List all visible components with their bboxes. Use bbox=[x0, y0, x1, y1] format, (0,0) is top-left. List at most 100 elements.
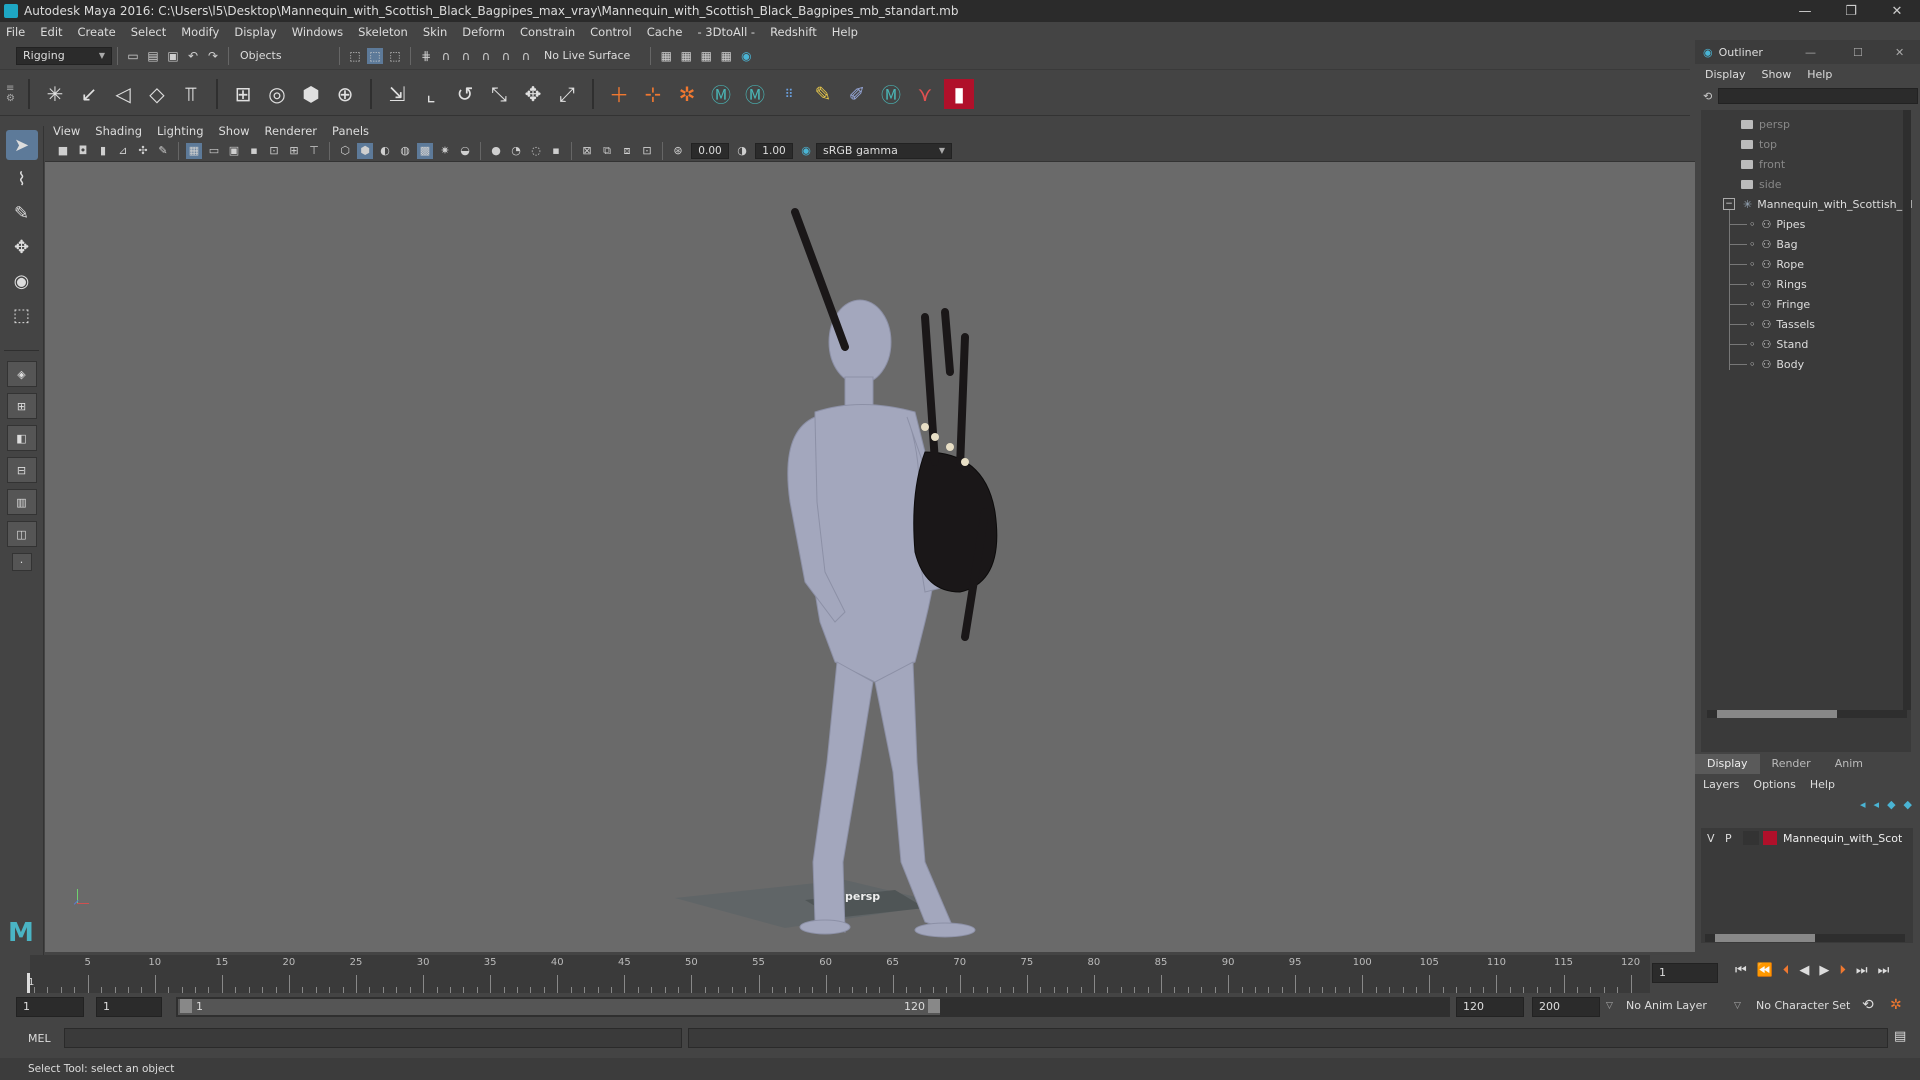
menu-deform[interactable]: Deform bbox=[462, 25, 505, 39]
outliner-item-child[interactable]: ◦ ⚇ Pipes bbox=[1729, 214, 1805, 234]
command-input[interactable] bbox=[64, 1028, 682, 1048]
layer-menu-help[interactable]: Help bbox=[1810, 778, 1835, 791]
collapse-icon[interactable]: − bbox=[1723, 198, 1735, 210]
snap-view-icon[interactable]: ∩ bbox=[478, 48, 494, 64]
rig-tool-icon[interactable]: ✲ bbox=[672, 79, 702, 109]
layer-playback-toggle[interactable]: P bbox=[1725, 832, 1743, 845]
script-editor-icon[interactable]: ▤ bbox=[1894, 1029, 1906, 1044]
menu-3dtoall[interactable]: - 3DtoAll - bbox=[697, 25, 755, 39]
menu-create[interactable]: Create bbox=[78, 25, 116, 39]
play-backward-icon[interactable]: ◀ bbox=[1799, 963, 1809, 978]
undo-icon[interactable]: ↶ bbox=[185, 48, 201, 64]
maya-logo-shelf-icon-2[interactable]: Ⓜ bbox=[740, 79, 770, 109]
minimize-button[interactable]: — bbox=[1782, 0, 1828, 22]
lasso-tool-icon[interactable]: ⌇ bbox=[6, 164, 38, 194]
current-frame-field[interactable]: 1 bbox=[1652, 963, 1718, 983]
menu-modify[interactable]: Modify bbox=[181, 25, 219, 39]
menu-constrain[interactable]: Constrain bbox=[520, 25, 575, 39]
menu-control[interactable]: Control bbox=[590, 25, 632, 39]
color-management-icon[interactable]: ◉ bbox=[798, 143, 814, 159]
menu-set-dropdown[interactable]: Rigging ▼ bbox=[16, 46, 112, 65]
constraint-pole-icon[interactable]: ⤢ bbox=[552, 79, 582, 109]
maximize-button[interactable]: ❐ bbox=[1828, 0, 1874, 22]
layer-menu-options[interactable]: Options bbox=[1753, 778, 1795, 791]
outliner-item-child[interactable]: ◦ ⚇ Bag bbox=[1729, 234, 1798, 254]
safe-title-icon[interactable]: ⊤ bbox=[306, 143, 322, 159]
gamma-field[interactable]: 1.00 bbox=[755, 142, 793, 159]
exposure-icon[interactable]: ⊛ bbox=[670, 143, 686, 159]
step-forward-key-icon[interactable]: ⏭ bbox=[1856, 963, 1868, 978]
animation-end-field[interactable]: 200 bbox=[1532, 997, 1600, 1017]
screen-space-ao-icon[interactable]: ● bbox=[488, 143, 504, 159]
grid-script-icon[interactable]: ⠿ bbox=[774, 79, 804, 109]
outliner-item-root-group[interactable]: − ✳ Mannequin_with_Scottish_Bl bbox=[1723, 194, 1913, 214]
ik-handle-icon[interactable]: ↙ bbox=[74, 79, 104, 109]
render-icon[interactable]: ▦ bbox=[678, 48, 694, 64]
character-set-label[interactable]: No Character Set bbox=[1756, 999, 1850, 1012]
lattice-icon[interactable]: ⬢ bbox=[296, 79, 326, 109]
playback-start-field[interactable]: 1 bbox=[96, 997, 162, 1017]
step-back-frame-icon[interactable]: ⏴ bbox=[1783, 963, 1790, 978]
maya-logo-shelf-icon[interactable]: Ⓜ bbox=[706, 79, 736, 109]
redo-icon[interactable]: ↷ bbox=[205, 48, 221, 64]
open-scene-icon[interactable]: ▤ bbox=[145, 48, 161, 64]
range-slider-track[interactable]: 1 120 bbox=[176, 997, 946, 1017]
anim-layer-label[interactable]: No Anim Layer bbox=[1626, 999, 1707, 1012]
script-tool-icon[interactable]: ✎ bbox=[808, 79, 838, 109]
persp-uv-icon[interactable]: ◫ bbox=[6, 521, 37, 547]
select-tool-icon[interactable]: ➤ bbox=[5, 130, 38, 160]
xray-icon[interactable]: ⧉ bbox=[599, 143, 615, 159]
grease-pencil-icon[interactable]: ✎ bbox=[155, 143, 171, 159]
render-stats-icon[interactable]: ▮ bbox=[944, 78, 974, 109]
outliner-item-child[interactable]: ◦ ⚇ Tassels bbox=[1729, 314, 1815, 334]
menu-file[interactable]: File bbox=[6, 25, 25, 39]
3d-scene[interactable] bbox=[45, 162, 1695, 952]
joint-tool-icon[interactable]: ✳ bbox=[40, 79, 70, 109]
vp-menu-show[interactable]: Show bbox=[219, 124, 250, 138]
tab-anim[interactable]: Anim bbox=[1823, 754, 1875, 774]
layout-options-icon[interactable]: · bbox=[11, 553, 32, 571]
menu-help[interactable]: Help bbox=[832, 25, 858, 39]
time-slider[interactable]: 5 10 15 20 25 30 35 40 45 50 55 60 65 70 75 80 85 90 95 100… bbox=[0, 955, 1920, 993]
step-back-key-icon[interactable]: ⏪ bbox=[1757, 963, 1773, 978]
field-chart-icon[interactable]: ⊡ bbox=[266, 143, 282, 159]
chevron-down-icon[interactable]: ▽ bbox=[1606, 1001, 1613, 1011]
outliner-item-camera[interactable]: persp bbox=[1741, 114, 1790, 134]
resolution-gate-icon[interactable]: ▣ bbox=[226, 143, 242, 159]
gate-mask-icon[interactable]: ▪ bbox=[246, 143, 262, 159]
snap-grid-icon[interactable]: ⋕ bbox=[418, 48, 434, 64]
shelf-options-icon[interactable]: ≡ ⚙ bbox=[6, 83, 20, 104]
outliner-menu-display[interactable]: Display bbox=[1705, 68, 1746, 81]
wireframe-on-shaded-icon[interactable]: ◍ bbox=[397, 143, 413, 159]
chevron-down-icon[interactable]: ▽ bbox=[1734, 1001, 1741, 1011]
layer-visibility-toggle[interactable]: V bbox=[1707, 832, 1725, 845]
animation-start-field[interactable]: 1 bbox=[16, 997, 84, 1017]
menu-select[interactable]: Select bbox=[131, 25, 166, 39]
ipr-render-icon[interactable]: ▦ bbox=[698, 48, 714, 64]
selection-mode-dropdown[interactable]: Objects bbox=[234, 46, 334, 65]
preferences-icon[interactable]: ✲ bbox=[1890, 997, 1902, 1013]
camera-attributes-icon[interactable]: ◘ bbox=[75, 143, 91, 159]
select-component-icon[interactable]: ⬚ bbox=[387, 48, 403, 64]
locator-icon[interactable]: ＋ bbox=[604, 79, 634, 109]
move-layer-up-icon[interactable]: ◂ bbox=[1860, 798, 1866, 811]
paint-weights-icon[interactable]: ◎ bbox=[262, 79, 292, 109]
vp-menu-panels[interactable]: Panels bbox=[332, 124, 369, 138]
outliner-horizontal-scrollbar[interactable] bbox=[1707, 710, 1907, 718]
layer-type-toggle[interactable] bbox=[1743, 831, 1759, 845]
safe-action-icon[interactable]: ⊞ bbox=[286, 143, 302, 159]
outliner-item-child[interactable]: ◦ ⚇ Rings bbox=[1729, 274, 1807, 294]
constraint-parent-icon[interactable]: ✥ bbox=[518, 79, 548, 109]
outliner-close-button[interactable]: ✕ bbox=[1895, 46, 1904, 59]
select-hierarchy-icon[interactable]: ⬚ bbox=[347, 48, 363, 64]
go-to-end-icon[interactable]: ⏭ bbox=[1878, 963, 1890, 978]
anti-aliasing-icon[interactable]: ◌ bbox=[528, 143, 544, 159]
motion-blur-icon[interactable]: ◔ bbox=[508, 143, 524, 159]
new-layer-icon[interactable]: ◆ bbox=[1887, 798, 1895, 811]
outliner-item-child[interactable]: ◦ ⚇ Stand bbox=[1729, 334, 1808, 354]
smooth-shade-icon[interactable]: ⬢ bbox=[357, 142, 373, 159]
persp-graph-icon[interactable]: ⊟ bbox=[6, 457, 37, 483]
paint-select-icon[interactable]: ✎ bbox=[6, 198, 38, 228]
outliner-item-camera[interactable]: top bbox=[1741, 134, 1777, 154]
layer-color-swatch[interactable] bbox=[1763, 831, 1777, 845]
